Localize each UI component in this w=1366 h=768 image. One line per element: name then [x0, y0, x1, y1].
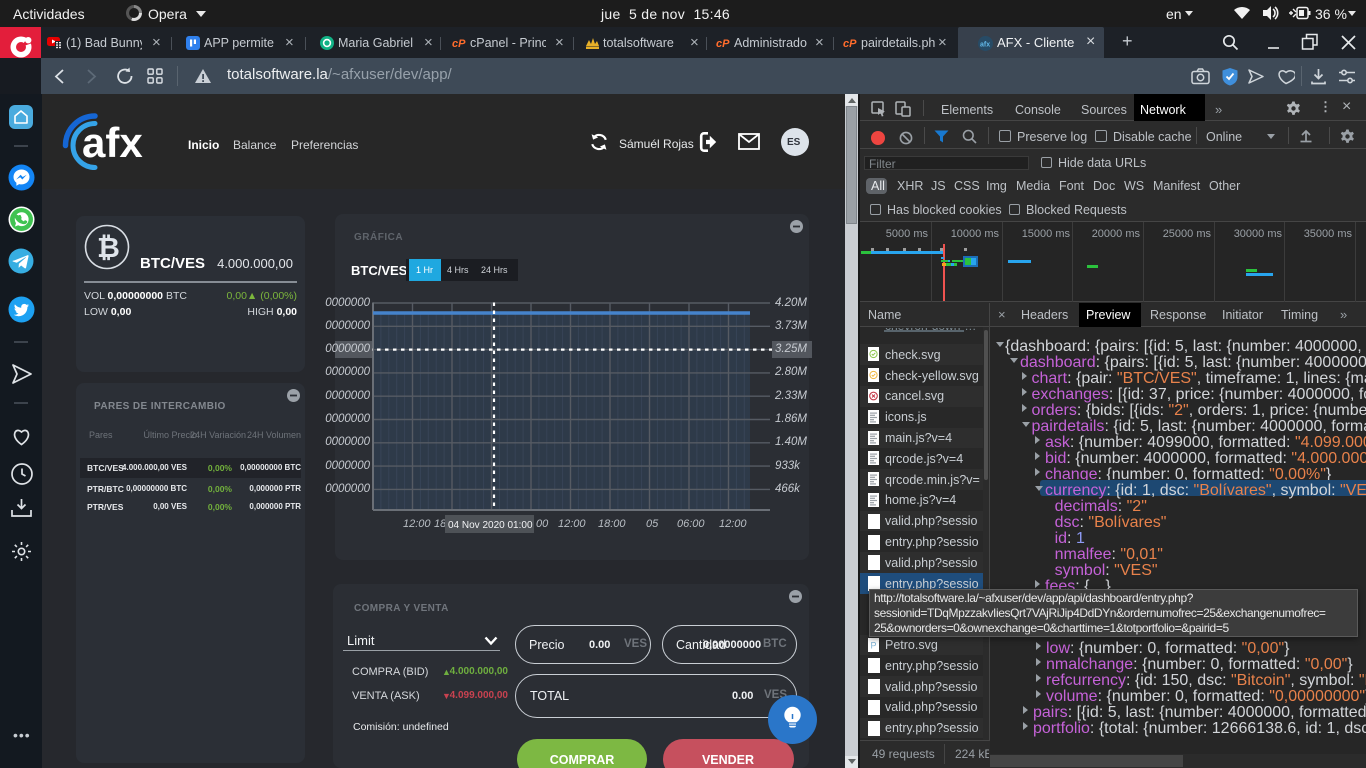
svg-text:cP: cP	[716, 38, 730, 49]
svg-text:cP: cP	[452, 38, 466, 49]
svg-text:afx: afx	[82, 119, 143, 166]
svg-text:₿: ₿	[97, 232, 120, 263]
svg-text:cP: cP	[843, 38, 857, 49]
svg-text:P: P	[871, 640, 877, 650]
svg-text:afx: afx	[980, 42, 990, 49]
